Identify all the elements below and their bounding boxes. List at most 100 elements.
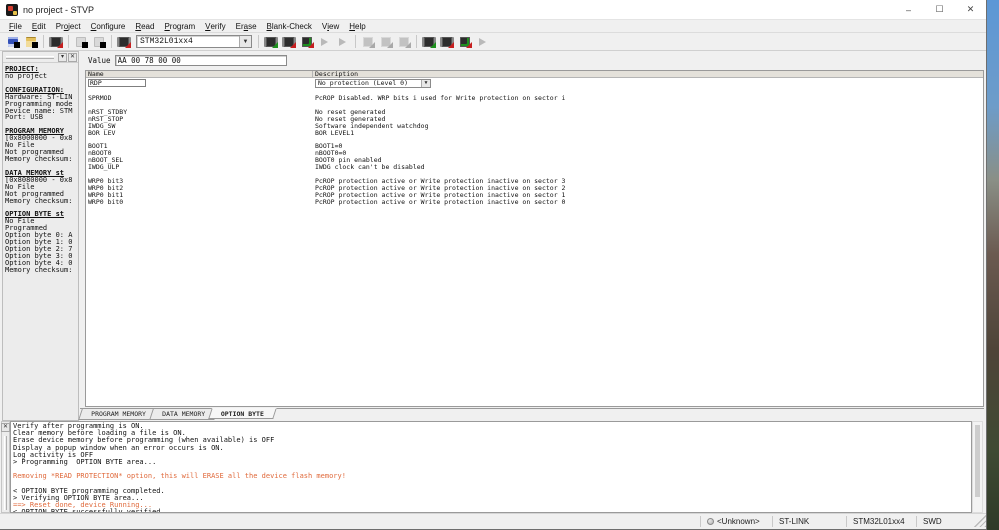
device-combo[interactable]: STM32L01xx4▼: [136, 35, 252, 48]
option-description-cell[interactable]: PcROP protection active or Write protect…: [313, 185, 983, 192]
option-description-cell[interactable]: No reset generated: [313, 116, 983, 123]
maximize-button[interactable]: ☐: [924, 0, 955, 19]
menu-read[interactable]: Read: [130, 20, 159, 32]
option-description-cell[interactable]: Software independent watchdog: [313, 123, 983, 130]
option-value-combo[interactable]: No protection (Level 0)▼: [315, 79, 431, 88]
chevron-down-icon[interactable]: ▼: [239, 36, 251, 47]
send-program-button[interactable]: [48, 34, 64, 49]
resize-grip[interactable]: [974, 515, 986, 527]
blank-check-button[interactable]: [421, 34, 437, 49]
table-row[interactable]: nBOOT0nBOOT0=0: [86, 150, 983, 157]
option-name-cell[interactable]: BOOT1: [86, 143, 313, 150]
menu-project[interactable]: Project: [51, 20, 86, 32]
close-button[interactable]: ✕: [955, 0, 986, 19]
menu-blank-check[interactable]: Blank-Check: [262, 20, 317, 32]
selected-option-cell[interactable]: RDP: [88, 79, 146, 87]
tab-program-memory[interactable]: PROGRAM MEMORY: [78, 409, 158, 420]
panel-grip[interactable]: ▾ ✕: [3, 52, 78, 63]
option-name-cell[interactable]: WRP0 bit2: [86, 185, 313, 192]
option-name-cell[interactable]: nRST_STDBY: [86, 109, 313, 116]
toolbar-separator: [68, 35, 69, 48]
option-description-cell[interactable]: PcROP protection active or Write protect…: [313, 192, 983, 199]
option-description-cell[interactable]: BOR_LEVEL1: [313, 130, 983, 137]
option-description-cell[interactable]: IWDG clock can't be disabled: [313, 164, 983, 171]
option-description-cell[interactable]: PcROP protection active or Write protect…: [313, 199, 983, 206]
sidebar-info-line: Memory checksum:: [5, 198, 78, 205]
close-panel-button[interactable]: ✕: [68, 53, 77, 62]
option-description-cell[interactable]: BOOT1=0: [313, 143, 983, 150]
minimize-button[interactable]: –: [893, 0, 924, 19]
table-row[interactable]: nRST_STOPNo reset generated: [86, 116, 983, 123]
program-current-area-button[interactable]: [281, 34, 297, 49]
grip-handle[interactable]: [6, 56, 54, 59]
option-name-cell[interactable]: RDP: [86, 79, 313, 88]
menu-help[interactable]: Help: [344, 20, 370, 32]
table-row[interactable]: WRP0 bit3PcROP protection active or Writ…: [86, 178, 983, 185]
scrollbar-thumb[interactable]: [975, 425, 980, 497]
menu-edit[interactable]: Edit: [27, 20, 51, 32]
log-output[interactable]: Verify after programming is ON.Clear mem…: [10, 421, 972, 513]
select-device-button[interactable]: [116, 34, 132, 49]
option-name-cell[interactable]: WRP0 bit1: [86, 192, 313, 199]
log-line: > Verifying OPTION BYTE area...: [13, 495, 971, 502]
device-combo-value: STM32L01xx4: [137, 37, 239, 46]
table-row[interactable]: nBOOT_SELBOOT0 pin enabled: [86, 157, 983, 164]
table-row[interactable]: WRP0 bit2PcROP protection active or Writ…: [86, 185, 983, 192]
table-row[interactable]: BOR_LEVBOR_LEVEL1: [86, 130, 983, 137]
close-log-button[interactable]: ✕: [1, 423, 10, 432]
menu-program[interactable]: Program: [159, 20, 200, 32]
copy-icon: [76, 37, 86, 47]
option-name-cell[interactable]: BOR_LEV: [86, 130, 313, 137]
table-row[interactable]: IWDG_SWSoftware independent watchdog: [86, 123, 983, 130]
reset-device-button[interactable]: [457, 34, 473, 49]
prev-area-icon: [320, 37, 330, 47]
table-row[interactable]: WRP0 bit1PcROP protection active or Writ…: [86, 192, 983, 199]
chevron-down-icon[interactable]: ▼: [421, 80, 430, 87]
table-row[interactable]: BOOT1BOOT1=0: [86, 143, 983, 150]
option-name-cell[interactable]: nRST_STOP: [86, 116, 313, 123]
menu-verify[interactable]: Verify: [200, 20, 230, 32]
option-name-cell[interactable]: IWDG_SW: [86, 123, 313, 130]
status-connection: <Unknown>: [700, 516, 772, 527]
option-byte-group: WRP0 bit3PcROP protection active or Writ…: [86, 178, 983, 206]
tab-option-byte[interactable]: OPTION BYTE: [208, 408, 277, 419]
verify-current-area-button[interactable]: [299, 34, 315, 49]
table-row[interactable]: RDP No protection (Level 0)▼: [86, 79, 983, 88]
open-file-button[interactable]: [23, 34, 39, 49]
status-protocol: SWD: [916, 516, 974, 527]
option-description-cell[interactable]: No reset generated: [313, 109, 983, 116]
option-description-cell[interactable]: No protection (Level 0)▼: [313, 79, 983, 89]
column-header-description[interactable]: Description: [313, 71, 983, 77]
menu-view[interactable]: View: [317, 20, 344, 32]
option-name-cell[interactable]: IWDG_ULP: [86, 164, 313, 171]
option-name-cell[interactable]: SPRMOD: [86, 95, 313, 102]
option-description-cell[interactable]: BOOT0 pin enabled: [313, 157, 983, 164]
table-row[interactable]: IWDG_ULPIWDG clock can't be disabled: [86, 164, 983, 171]
menu-erase[interactable]: Erase: [231, 20, 262, 32]
log-panel-grip[interactable]: ✕: [1, 421, 10, 513]
option-byte-view: Value Name Description RDPNo protection …: [85, 51, 984, 421]
title-bar[interactable]: no project - STVP – ☐ ✕: [0, 0, 986, 20]
save-button[interactable]: [5, 34, 21, 49]
table-row[interactable]: nRST_STDBYNo reset generated: [86, 109, 983, 116]
log-scrollbar[interactable]: [972, 421, 983, 513]
option-description-cell[interactable]: PcROP protection active or Write protect…: [313, 178, 983, 185]
option-description-cell[interactable]: PcROP Disabled. WRP bits i used for Writ…: [313, 95, 983, 102]
erase-device-button[interactable]: [439, 34, 455, 49]
grip-handle[interactable]: [4, 436, 7, 510]
pin-panel-button[interactable]: ▾: [58, 53, 67, 62]
option-description-cell[interactable]: nBOOT0=0: [313, 150, 983, 157]
option-byte-table: Name Description RDP No protection (Level…: [85, 70, 984, 407]
option-name-cell[interactable]: nBOOT_SEL: [86, 157, 313, 164]
option-name-cell[interactable]: WRP0 bit0: [86, 199, 313, 206]
menu-configure[interactable]: Configure: [86, 20, 131, 32]
column-header-name[interactable]: Name: [86, 71, 313, 77]
read-current-area-button[interactable]: [263, 34, 279, 49]
option-name-cell[interactable]: nBOOT0: [86, 150, 313, 157]
read-all-areas-button: [360, 34, 376, 49]
menu-file[interactable]: File: [4, 20, 27, 32]
value-input[interactable]: [115, 55, 287, 66]
table-row[interactable]: SPRMODPcROP Disabled. WRP bits i used fo…: [86, 95, 983, 102]
option-name-cell[interactable]: WRP0 bit3: [86, 178, 313, 185]
table-row[interactable]: WRP0 bit0PcROP protection active or Writ…: [86, 199, 983, 206]
